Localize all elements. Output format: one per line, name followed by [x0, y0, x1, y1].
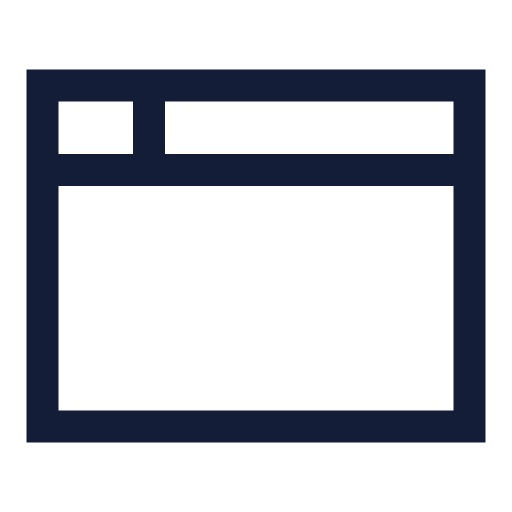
browser-window-icon-graphic [26, 69, 486, 443]
window-frame [26, 69, 486, 443]
browser-window-icon [0, 0, 512, 512]
icon-canvas [0, 0, 512, 512]
